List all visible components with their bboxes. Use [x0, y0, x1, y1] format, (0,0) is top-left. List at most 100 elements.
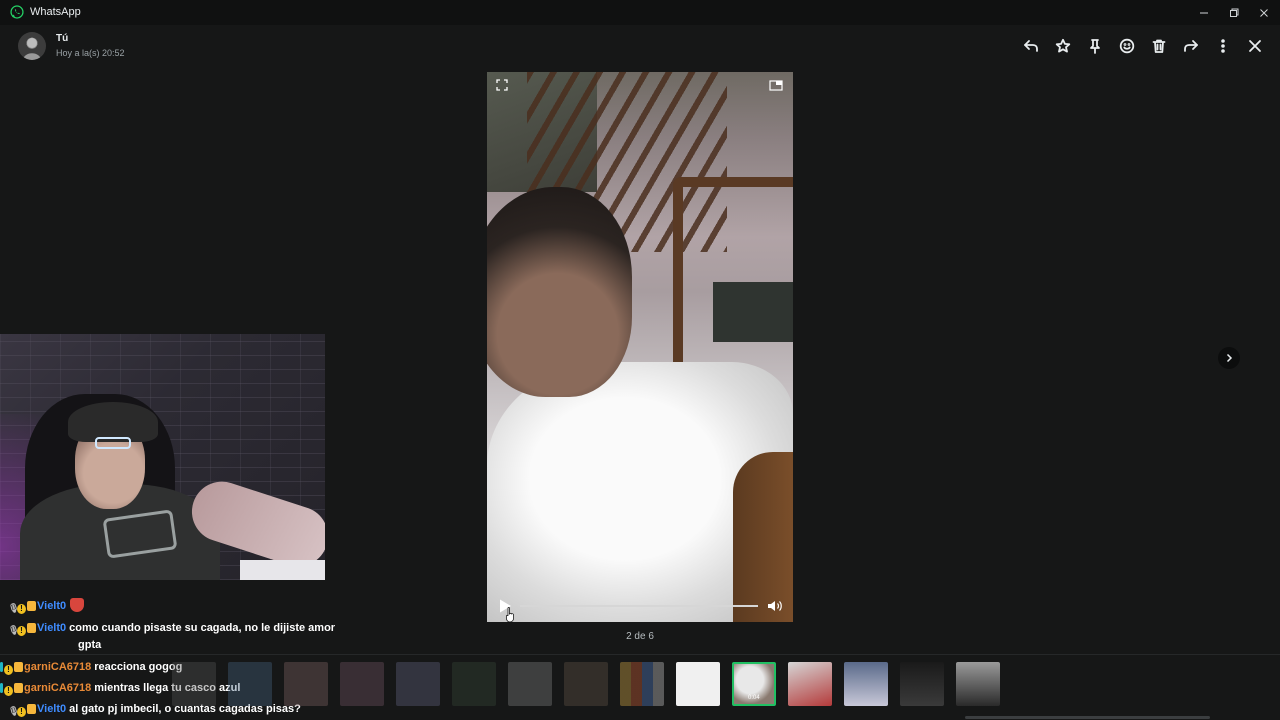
chat-emote-icon — [70, 598, 85, 612]
media-thumbnail[interactable] — [956, 662, 1000, 706]
restore-icon — [1230, 8, 1239, 17]
thumbnail-divider — [0, 654, 1280, 655]
media-counter: 2 de 6 — [626, 631, 654, 642]
webcam-cap — [68, 402, 158, 442]
badge-icon — [27, 704, 36, 714]
badge-icon — [14, 683, 23, 693]
video-scene-seat — [713, 282, 793, 342]
thumbnail-scrollbar[interactable] — [965, 716, 1210, 719]
title-bar: WhatsApp — [0, 0, 1280, 25]
chat-username[interactable]: garniCA6718 — [24, 682, 91, 694]
chat-username[interactable]: Vielt0 — [37, 600, 66, 612]
sender-name: Tú — [56, 33, 69, 44]
volume-button[interactable] — [766, 598, 786, 614]
badge-icon: ! — [17, 604, 26, 614]
forward-icon — [1184, 40, 1198, 52]
video-scene-table — [733, 452, 793, 622]
chat-message: 🎙! Vielt0 como cuando pisaste su cagada, n… — [8, 620, 335, 637]
fullscreen-button[interactable] — [496, 79, 508, 94]
webcam-glasses — [95, 437, 131, 449]
more-options-button[interactable] — [1213, 36, 1233, 56]
media-thumbnail[interactable] — [340, 662, 384, 706]
badge-icon — [0, 683, 3, 693]
badge-icon: ! — [4, 686, 13, 696]
chat-badges: 🎙! — [8, 599, 37, 616]
chat-username[interactable]: Vielt0 — [37, 622, 66, 634]
microphone-icon: 🎙 — [8, 603, 20, 613]
video-scene-head — [487, 187, 632, 397]
emoji-icon — [1119, 38, 1135, 54]
close-viewer-button[interactable] — [1245, 36, 1265, 56]
fullscreen-icon — [496, 79, 508, 91]
microphone-icon: 🎙 — [8, 625, 20, 635]
media-thumbnail[interactable] — [900, 662, 944, 706]
picture-in-picture-button[interactable] — [769, 79, 783, 94]
close-icon — [1249, 40, 1261, 52]
app-title: WhatsApp — [30, 6, 81, 18]
chat-badges: 🎙! — [8, 702, 37, 719]
minimize-button[interactable] — [1188, 0, 1220, 25]
video-duration: 0:04 — [748, 695, 760, 701]
chat-badges: ! — [0, 681, 24, 698]
avatar[interactable] — [18, 32, 46, 60]
maximize-button[interactable] — [1218, 0, 1250, 25]
badge-icon: ! — [17, 707, 26, 717]
media-thumbnail[interactable] — [676, 662, 720, 706]
mouse-cursor-icon — [506, 607, 514, 623]
badge-icon: ! — [17, 626, 26, 636]
media-thumbnail[interactable] — [508, 662, 552, 706]
pin-icon — [1090, 39, 1100, 54]
close-icon — [1260, 8, 1268, 17]
react-button[interactable] — [1117, 36, 1137, 56]
user-avatar-icon — [23, 38, 41, 60]
media-thumbnail[interactable] — [284, 662, 328, 706]
chat-badges: ! — [0, 660, 24, 677]
badge-icon — [27, 601, 36, 611]
chat-username[interactable]: garniCA6718 — [24, 661, 91, 673]
media-thumbnail[interactable] — [844, 662, 888, 706]
media-thumbnail[interactable] — [396, 662, 440, 706]
media-viewer-window: WhatsApp Tú Hoy a la(s) 20:52 2 de 6 🎙! … — [0, 0, 1280, 720]
message-timestamp: Hoy a la(s) 20:52 — [56, 48, 125, 58]
reply-button[interactable] — [1021, 36, 1041, 56]
media-thumbnail[interactable] — [172, 662, 216, 706]
chat-text: mientras llega tu casco azul — [94, 682, 241, 694]
chat-text: gpta — [78, 639, 102, 651]
pin-button[interactable] — [1085, 36, 1105, 56]
window-close-button[interactable] — [1248, 0, 1280, 25]
more-options-icon — [1221, 39, 1225, 53]
forward-button[interactable] — [1181, 36, 1201, 56]
badge-icon — [0, 662, 3, 672]
minimize-icon — [1200, 12, 1208, 13]
microphone-icon: 🎙 — [8, 706, 20, 716]
badge-icon: ! — [4, 665, 13, 675]
whatsapp-logo-icon — [10, 5, 24, 19]
chat-message: gpta — [75, 637, 101, 654]
reply-icon — [1024, 40, 1038, 52]
badge-icon — [27, 623, 36, 633]
badge-icon — [14, 662, 23, 672]
volume-icon — [768, 601, 782, 611]
media-thumbnail[interactable] — [452, 662, 496, 706]
chevron-right-icon — [1226, 353, 1233, 363]
video-player[interactable] — [487, 72, 793, 622]
media-thumbnail[interactable] — [228, 662, 272, 706]
video-progress-bar[interactable] — [520, 605, 758, 607]
media-thumbnail-selected[interactable]: 0:04 — [732, 662, 776, 706]
media-thumbnail[interactable] — [564, 662, 608, 706]
chat-text: como cuando pisaste su cagada, no le dij… — [69, 622, 336, 634]
delete-icon — [1152, 39, 1166, 53]
media-thumbnail[interactable] — [788, 662, 832, 706]
star-button[interactable] — [1053, 36, 1073, 56]
star-icon — [1055, 38, 1071, 53]
chat-message: ! garniCA6718 reacciona gogog — [0, 659, 182, 676]
chat-text: reacciona gogog — [94, 661, 183, 673]
webcam-desk — [240, 560, 325, 580]
chat-username[interactable]: Vielt0 — [37, 703, 66, 715]
media-thumbnail[interactable] — [620, 662, 664, 706]
delete-button[interactable] — [1149, 36, 1169, 56]
webcam-overlay — [0, 334, 325, 580]
chat-message: 🎙! Vielt0 — [8, 598, 85, 616]
next-media-button[interactable] — [1218, 347, 1240, 369]
chat-badges: 🎙! — [8, 621, 37, 638]
